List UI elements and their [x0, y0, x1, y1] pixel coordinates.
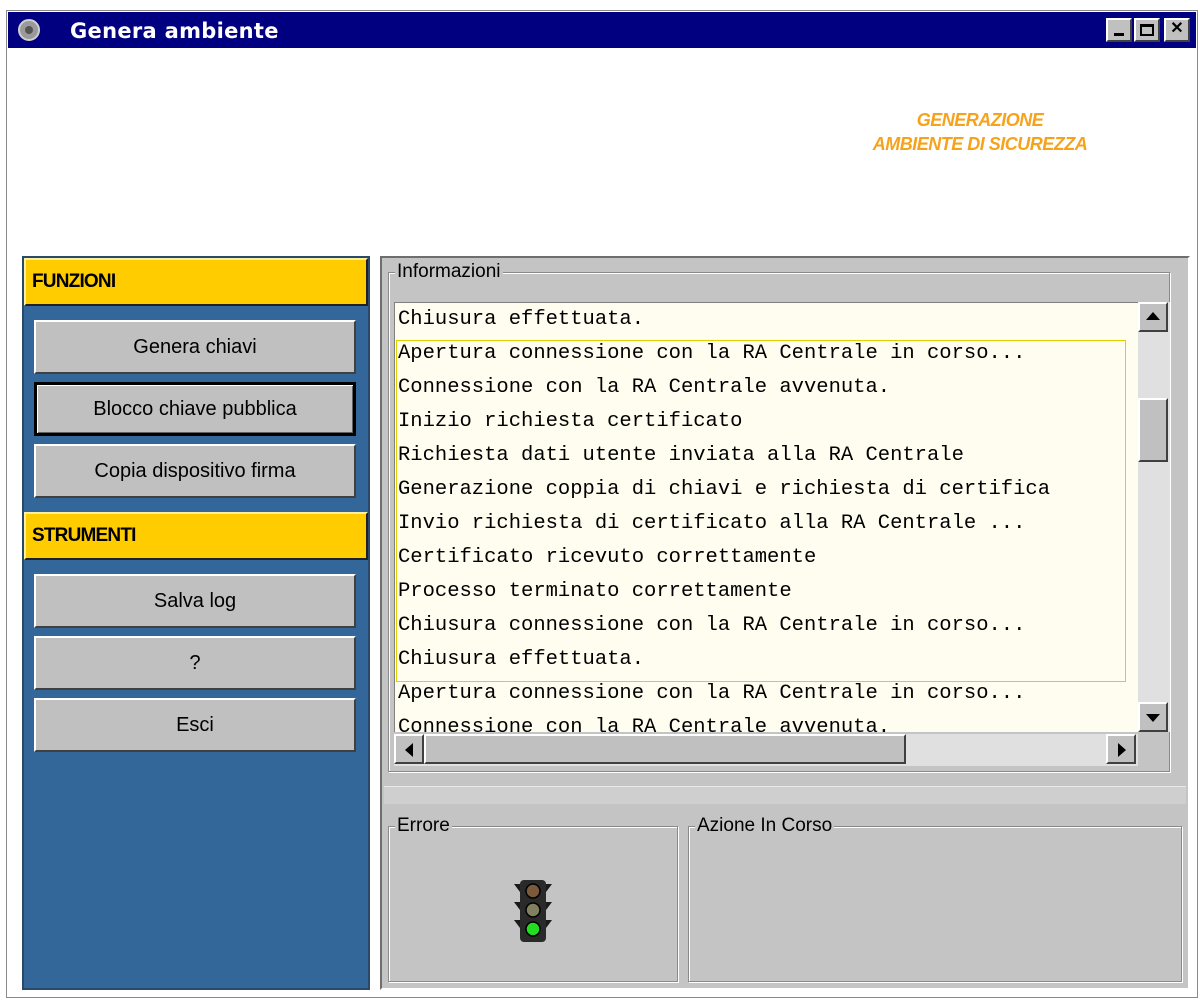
app-icon[interactable]	[18, 19, 40, 41]
genera-chiavi-button[interactable]: Genera chiavi	[34, 320, 356, 374]
log-line: Connessione con la RA Centrale avvenuta.	[398, 716, 891, 732]
close-icon: ✕	[1170, 20, 1184, 37]
copia-dispositivo-firma-button[interactable]: Copia dispositivo firma	[34, 444, 356, 498]
azione-in-corso-group: Azione In Corso	[688, 815, 1182, 982]
scroll-left-button[interactable]	[394, 734, 424, 764]
help-button[interactable]: ?	[34, 636, 356, 690]
log-line: Chiusura connessione con la RA Centrale …	[398, 614, 1026, 637]
log-text-area[interactable]: Chiusura effettuata. Apertura connessione…	[394, 302, 1138, 732]
arrow-left-icon	[405, 743, 413, 757]
blocco-chiave-pubblica-button[interactable]: Blocco chiave pubblica	[34, 382, 356, 436]
log-line: Connessione con la RA Centrale avvenuta.	[398, 376, 891, 399]
log-line: Apertura connessione con la RA Centrale …	[398, 682, 1026, 705]
log-line: Processo terminato correttamente	[398, 580, 792, 603]
header-caption-line2: AMBIENTE DI SICUREZZA	[872, 134, 1088, 154]
arrow-down-icon	[1146, 714, 1160, 722]
window-title: Genera ambiente	[70, 19, 279, 43]
log-line: Richiesta dati utente inviata alla RA Ce…	[398, 444, 964, 467]
close-button[interactable]: ✕	[1164, 18, 1190, 42]
maximize-icon	[1140, 24, 1154, 36]
arrow-right-icon	[1118, 743, 1126, 757]
panel-divider	[384, 786, 1186, 804]
header-caption-line1: GENERAZIONE	[916, 110, 1044, 130]
scroll-right-button[interactable]	[1106, 734, 1136, 764]
log-line: Certificato ricevuto correttamente	[398, 546, 817, 569]
minimize-icon	[1114, 33, 1124, 36]
salva-log-button[interactable]: Salva log	[34, 574, 356, 628]
log-vertical-scrollbar[interactable]	[1138, 302, 1170, 732]
log-line: Apertura connessione con la RA Centrale …	[398, 342, 1026, 365]
scroll-down-button[interactable]	[1138, 702, 1168, 732]
log-line: Generazione coppia di chiavi e richiesta…	[398, 478, 1051, 501]
section-header-strumenti: STRUMENTI	[24, 512, 368, 560]
section-header-funzioni: FUNZIONI	[24, 258, 368, 306]
log-line: Chiusura effettuata.	[398, 648, 645, 671]
traffic-light-icon	[510, 878, 556, 944]
title-bar[interactable]: Genera ambiente ✕	[8, 12, 1196, 48]
scroll-up-button[interactable]	[1138, 302, 1168, 332]
arrow-up-icon	[1146, 312, 1160, 320]
maximize-button[interactable]	[1134, 18, 1160, 42]
minimize-button[interactable]	[1106, 18, 1132, 42]
vertical-scroll-thumb[interactable]	[1138, 398, 1168, 462]
log-line: Chiusura effettuata.	[398, 308, 645, 331]
horizontal-scroll-thumb[interactable]	[424, 734, 906, 764]
azione-in-corso-label: Azione In Corso	[695, 815, 835, 837]
informazioni-label: Informazioni	[395, 261, 503, 283]
log-line: Inizio richiesta certificato	[398, 410, 743, 433]
header-caption: GENERAZIONE AMBIENTE DI SICUREZZA	[790, 108, 1170, 156]
log-line: Invio richiesta di certificato alla RA C…	[398, 512, 1026, 535]
errore-label: Errore	[395, 815, 452, 837]
esci-button[interactable]: Esci	[34, 698, 356, 752]
